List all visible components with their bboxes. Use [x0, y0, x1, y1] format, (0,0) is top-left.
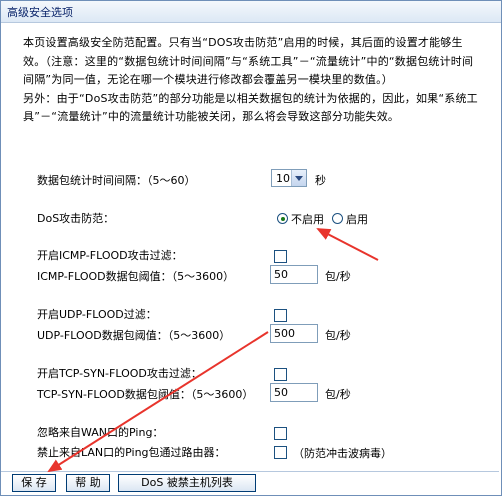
dos-banned-hosts-button[interactable]: DoS 被禁主机列表 [118, 474, 256, 492]
tcp-threshold-input[interactable] [270, 383, 318, 402]
intro-paragraph-1: 本页设置高级安全防范配置。只有当“DOS攻击防范”启用的时候，其后面的设置才能够… [23, 36, 474, 87]
dos-enable-radio[interactable] [332, 213, 343, 224]
lan-ping-note: （防范冲击波病毒） [293, 447, 392, 460]
interval-value: 10 [276, 172, 290, 185]
title-bar: 高级安全选项 [1, 1, 501, 23]
udp-enable-label: 开启UDP-FLOOD过滤： [37, 308, 157, 321]
tcp-enable-label: 开启TCP-SYN-FLOOD攻击过滤： [37, 367, 202, 380]
icmp-enable-label: 开启ICMP-FLOOD攻击过滤： [37, 249, 183, 262]
tcp-threshold-label: TCP-SYN-FLOOD数据包阈值：（5～3600） [37, 388, 254, 401]
lan-ping-checkbox[interactable] [274, 446, 287, 459]
tcp-rate-unit: 包/秒 [325, 388, 351, 401]
dos-enable-label[interactable]: 启用 [346, 211, 368, 227]
tcp-enable-checkbox[interactable] [274, 368, 287, 381]
interval-label: 数据包统计时间间隔：（5～60） [37, 174, 196, 187]
udp-enable-checkbox[interactable] [274, 309, 287, 322]
window-title: 高级安全选项 [7, 6, 73, 19]
dos-label: DoS攻击防范： [37, 212, 115, 225]
save-button[interactable]: 保 存 [12, 474, 56, 492]
wan-ping-checkbox[interactable] [274, 427, 287, 440]
wan-ping-label: 忽略来自WAN口的Ping： [37, 426, 164, 439]
lan-ping-label: 禁止来自LAN口的Ping包通过路由器： [37, 446, 226, 459]
udp-rate-unit: 包/秒 [325, 329, 351, 342]
udp-threshold-label: UDP-FLOOD数据包阈值：（5～3600） [37, 329, 231, 342]
button-divider [1, 471, 499, 472]
dos-disable-label[interactable]: 不启用 [291, 211, 324, 227]
icmp-rate-unit: 包/秒 [325, 270, 351, 283]
dos-disable-radio[interactable] [277, 213, 288, 224]
interval-unit: 秒 [315, 174, 326, 187]
interval-select[interactable]: 10 [271, 169, 307, 187]
icmp-threshold-label: ICMP-FLOOD数据包阈值：（5～3600） [37, 270, 235, 283]
icmp-enable-checkbox[interactable] [274, 250, 287, 263]
udp-threshold-input[interactable] [270, 324, 318, 343]
help-button[interactable]: 帮 助 [66, 474, 110, 492]
intro-paragraph-2: 另外：由于“DoS攻击防范”的部分功能是以相关数据包的统计为依据的，因此，如果“… [23, 91, 478, 124]
icmp-threshold-input[interactable] [270, 265, 318, 284]
intro-text: 本页设置高级安全防范配置。只有当“DOS攻击防范”启用的时候，其后面的设置才能够… [23, 34, 478, 127]
chevron-down-icon[interactable] [291, 170, 306, 186]
